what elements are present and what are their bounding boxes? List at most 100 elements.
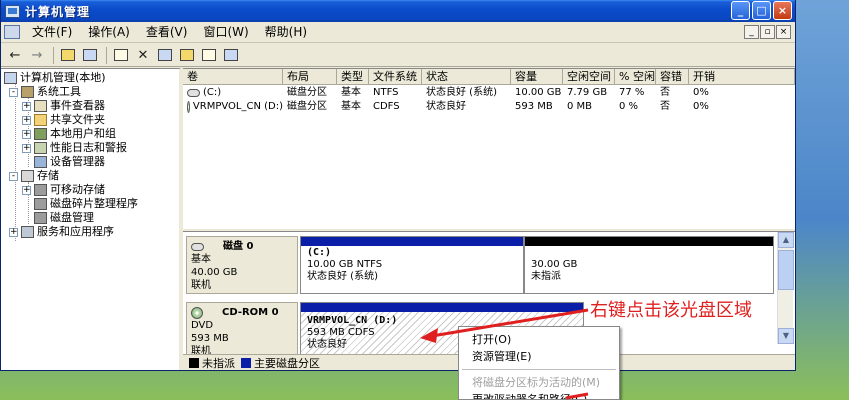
column-header-volume[interactable]: 卷 [183,69,283,85]
table-cell-overhead: 0% [693,101,709,112]
expand-toggle[interactable]: + [9,227,18,237]
tree-item-event-viewer[interactable]: + 事件查看器 [22,99,105,113]
close-button[interactable]: × [773,1,792,20]
volume-list: 卷 布局 类型 文件系统 状态 容量 空闲空间 % 空闲 容错 开销 (C:) … [183,68,795,229]
primary-partition-bar [301,237,523,246]
vertical-scrollbar[interactable]: ▲ ▼ [777,232,794,344]
menu-item-open[interactable]: 打开(O) [459,331,619,348]
expand-toggle[interactable]: + [22,115,31,125]
column-header-overhead[interactable]: 开销 [689,69,795,85]
toolbar-separator [53,46,54,64]
context-menu: 打开(O) 资源管理(E) 将磁盘分区标为活动的(M) 更改驱动器名和路径(C)… [458,326,620,400]
unallocated-space[interactable]: 30.00 GB 未指派 [524,236,774,294]
scroll-up-icon[interactable]: ▲ [778,232,794,248]
tree-item-perf-logs[interactable]: + 性能日志和警报 [22,141,127,155]
disk-name: CD-ROM 0 [222,307,279,318]
back-button[interactable]: ← [5,46,25,65]
tree-item-shared-folders[interactable]: + 共享文件夹 [22,113,105,127]
volume-name: (C:) [203,87,222,98]
tree-item-storage[interactable]: - 存储 [9,169,59,183]
help-button[interactable] [221,46,241,65]
table-row[interactable]: VRMPVOL_CN (D:) 磁盘分区 基本 CDFS 状态良好 593 MB… [183,100,795,114]
minimize-button[interactable]: _ [731,1,750,20]
table-cell-type: 基本 [341,87,361,98]
shared-folder-icon [34,114,47,126]
table-cell-status: 状态良好 [426,101,466,112]
mdi-document-icon[interactable] [4,25,20,39]
tree-item-disk-management[interactable]: 磁盘管理 [34,211,94,225]
menu-item-mark-active: 将磁盘分区标为活动的(M) [472,376,601,389]
column-header-fault-tolerance[interactable]: 容错 [656,69,689,85]
menu-help[interactable]: 帮助(H) [257,22,315,43]
mdi-minimize-button[interactable]: _ [744,25,759,39]
maximize-button[interactable]: □ [752,1,771,20]
tree-item-label: 服务和应用程序 [37,225,114,238]
partition-c[interactable]: (C:) 10.00 GB NTFS 状态良好 (系统) [300,236,524,294]
table-cell-capacity: 593 MB [515,101,553,112]
column-header-percent-free[interactable]: % 空闲 [615,69,656,85]
tree-item-label: 设备管理器 [50,155,105,168]
unallocated-swatch [189,358,199,368]
expand-toggle[interactable]: + [22,143,31,153]
computer-icon [4,72,17,84]
column-header-capacity[interactable]: 容量 [511,69,563,85]
back-arrow-icon: ← [9,47,21,63]
tree-item-local-users[interactable]: + 本地用户和组 [22,127,116,141]
legend-primary: 主要磁盘分区 [254,357,320,370]
tree-item-removable-storage[interactable]: + 可移动存储 [22,183,105,197]
removable-storage-icon [34,184,47,196]
tree-item-device-manager[interactable]: 设备管理器 [34,155,105,169]
collapse-toggle[interactable]: - [9,87,18,97]
table-row[interactable]: (C:) 磁盘分区 基本 NTFS 状态良好 (系统) 10.00 GB 7.7… [183,86,795,100]
tree-item-label: 磁盘管理 [50,211,94,224]
connect-button[interactable] [155,46,175,65]
tree-item-root[interactable]: 计算机管理(本地) [4,71,106,85]
mdi-close-button[interactable]: × [776,25,791,39]
table-cell-status: 状态良好 (系统) [426,87,497,98]
menu-item-explore[interactable]: 资源管理(E) [459,348,619,365]
menu-view[interactable]: 查看(V) [138,22,196,43]
menu-file[interactable]: 文件(F) [24,22,80,43]
forward-button[interactable]: → [27,46,47,65]
partition-detail: 10.00 GB NTFS [307,259,383,270]
collapse-toggle[interactable]: - [9,171,18,181]
table-cell-capacity: 10.00 GB [515,87,562,98]
title-bar[interactable]: 计算机管理 _ □ × [1,0,795,22]
export-button[interactable] [199,46,219,65]
partition-detail: 30.00 GB [531,259,578,270]
properties-icon [114,49,128,61]
column-header-filesystem[interactable]: 文件系统 [369,69,422,85]
column-header-status[interactable]: 状态 [422,69,511,85]
tree-item-label: 本地用户和组 [50,127,116,140]
table-cell-percent-free: 0 % [619,101,639,112]
table-cell-volume: VRMPVOL_CN (D:) [183,100,283,114]
menu-action[interactable]: 操作(A) [80,22,138,43]
cdrom-0-label[interactable]: CD-ROM 0 DVD 593 MB 联机 [186,302,298,357]
tree-item-system-tools[interactable]: - 系统工具 [9,85,81,99]
scroll-down-icon[interactable]: ▼ [778,328,794,344]
legend-unallocated: 未指派 [202,357,235,370]
disk-size: 40.00 GB [191,267,238,278]
expand-toggle[interactable]: + [22,129,31,139]
menu-window[interactable]: 窗口(W) [195,22,256,43]
open-button[interactable] [177,46,197,65]
menu-item-change-drive-letter[interactable]: 更改驱动器名和路径(C)... [459,391,619,399]
tree-item-services[interactable]: + 服务和应用程序 [9,225,114,239]
expand-toggle[interactable]: + [22,101,31,111]
forward-arrow-icon: → [31,47,43,63]
column-header-layout[interactable]: 布局 [283,69,337,85]
disk-0-label[interactable]: 磁盘 0 基本 40.00 GB 联机 [186,236,298,294]
properties-button[interactable] [111,46,131,65]
delete-button[interactable]: ✕ [133,46,153,65]
column-header-free-space[interactable]: 空闲空间 [563,69,615,85]
tree-item-defrag[interactable]: 磁盘碎片整理程序 [34,197,138,211]
table-cell-percent-free: 77 % [619,87,645,98]
column-header-type[interactable]: 类型 [337,69,369,85]
table-cell-layout: 磁盘分区 [287,87,327,98]
menu-separator [462,369,616,370]
show-hide-tree-button[interactable] [80,46,100,65]
up-level-button[interactable] [58,46,78,65]
expand-toggle[interactable]: + [22,185,31,195]
mdi-restore-button[interactable]: ▫ [760,25,775,39]
scroll-thumb[interactable] [778,250,794,290]
